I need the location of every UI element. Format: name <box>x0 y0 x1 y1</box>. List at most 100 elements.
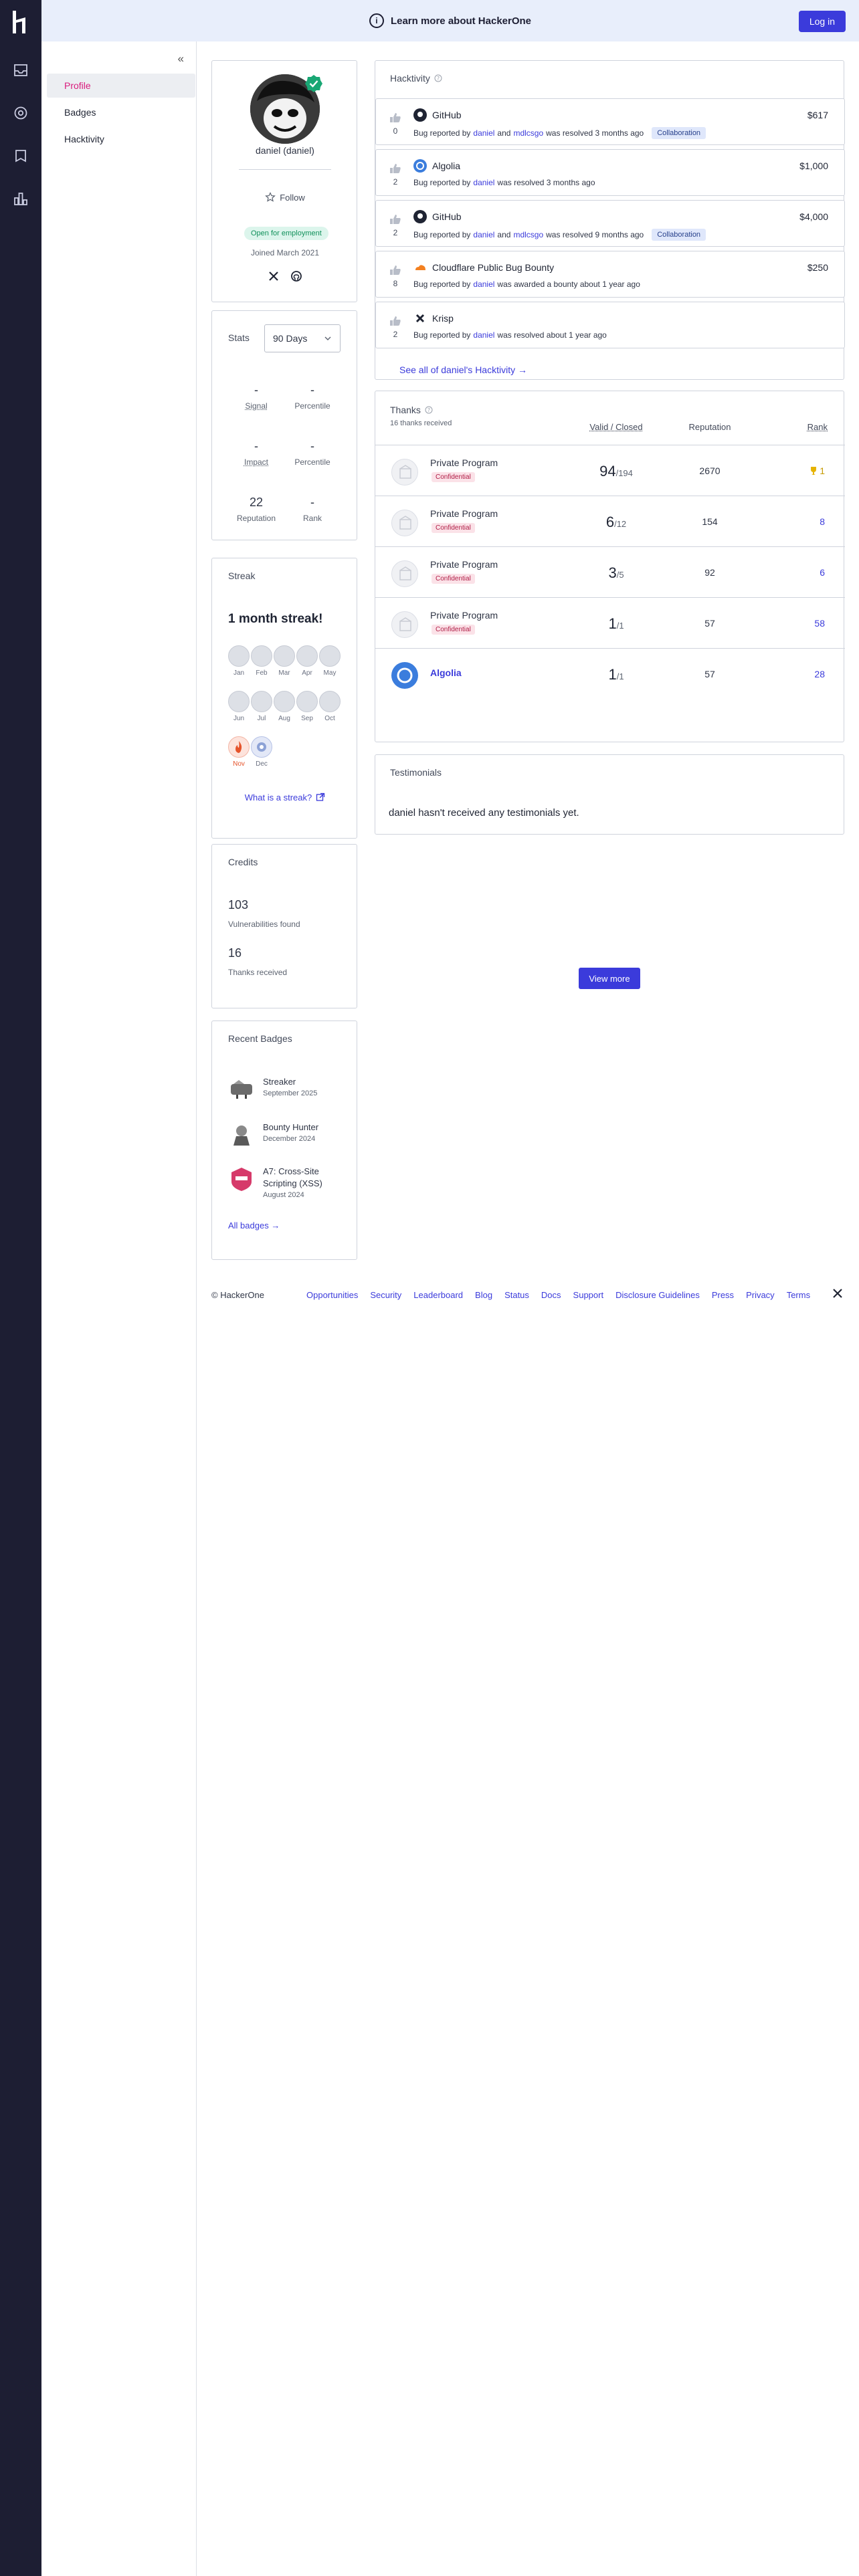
program-name: Private Program <box>430 559 498 570</box>
badge-name: Streaker <box>263 1077 296 1087</box>
col-rank[interactable]: Rank <box>807 422 828 432</box>
stats-period-select[interactable]: 90 Days <box>264 324 341 352</box>
badge-item[interactable]: Bounty Hunter December 2024 <box>228 1121 349 1148</box>
collaborator-link[interactable]: mdlcsgo <box>513 128 543 138</box>
github-icon[interactable] <box>291 271 302 282</box>
table-row[interactable]: Algolia 1/1 57 28 <box>375 648 845 699</box>
upvote[interactable]: 2 <box>388 316 403 339</box>
svg-text:?: ? <box>427 407 430 413</box>
joined-date: Joined March 2021 <box>250 248 320 257</box>
hacktivity-item[interactable]: 2 Krisp Bug reported by daniel was resolved … <box>375 302 845 348</box>
star-icon <box>265 192 276 202</box>
program-name[interactable]: Algolia <box>430 667 462 678</box>
footer-link-opportunities[interactable]: Opportunities <box>306 1290 358 1300</box>
footer-link-privacy[interactable]: Privacy <box>746 1290 775 1300</box>
upvote[interactable]: 2 <box>388 214 403 237</box>
private-program-avatar <box>391 510 418 536</box>
sidebar-item-badges[interactable]: Badges <box>47 100 195 124</box>
sidebar-item-hacktivity[interactable]: Hacktivity <box>47 127 195 151</box>
reporter-link[interactable]: daniel <box>473 230 494 239</box>
hacktivity-item[interactable]: 2 GitHub $4,000 Bug reported by daniel and mdl… <box>375 200 845 247</box>
streak-month-dot <box>296 691 318 712</box>
help-icon[interactable]: ? <box>434 74 442 82</box>
footer-link-support[interactable]: Support <box>573 1290 604 1300</box>
footer-link-press[interactable]: Press <box>712 1290 734 1300</box>
upvote[interactable]: 2 <box>388 163 403 187</box>
stat-label[interactable]: Impact <box>229 457 283 467</box>
hacktivity-item[interactable]: 8 Cloudflare Public Bug Bounty $250 Bug rep… <box>375 251 845 298</box>
col-valid-closed[interactable]: Valid / Closed <box>576 422 656 432</box>
vote-count: 2 <box>393 330 398 339</box>
program-name[interactable]: Krisp <box>432 313 454 324</box>
see-all-hacktivity-link[interactable]: See all of daniel's Hacktivity → <box>399 364 527 375</box>
what-is-streak-link[interactable]: What is a streak? <box>212 792 358 802</box>
hacktivity-item[interactable]: 0 GitHub $617 Bug reported by daniel and mdlcs… <box>375 98 845 145</box>
stat-value: 22 <box>249 496 264 509</box>
footer-link-leaderboard[interactable]: Leaderboard <box>413 1290 463 1300</box>
table-row[interactable]: Private Program Confidential 6/12 154 8 <box>375 496 845 546</box>
table-row[interactable]: Private Program Confidential 94/194 2670 1 <box>375 445 845 496</box>
streaker-badge-icon <box>231 1080 252 1099</box>
badge-name: Bounty Hunter <box>263 1122 319 1132</box>
reporter-link[interactable]: daniel <box>473 128 494 138</box>
leaderboard-icon[interactable] <box>13 191 28 206</box>
target-icon[interactable] <box>13 106 28 120</box>
col-reputation: Reputation <box>688 422 731 432</box>
program-name[interactable]: Cloudflare Public Bug Bounty <box>432 262 554 273</box>
rank-number: 28 <box>814 669 825 679</box>
footer-links: Opportunities Security Leaderboard Blog Stat… <box>306 1290 810 1300</box>
closed-count: /12 <box>614 519 627 529</box>
reporter-link[interactable]: daniel <box>473 280 494 289</box>
hacktivity-card: Hacktivity ? 0 GitHub $617 Bug reported by d… <box>375 60 845 380</box>
help-icon[interactable]: ? <box>425 406 433 414</box>
streak-month-label: Oct <box>324 715 335 722</box>
footer-link-blog[interactable]: Blog <box>475 1290 492 1300</box>
reputation-value: 92 <box>704 567 715 578</box>
opportunities-icon[interactable] <box>13 148 28 163</box>
x-twitter-icon[interactable] <box>832 1288 843 1299</box>
learn-more-link[interactable]: i Learn more about HackerOne <box>369 13 531 28</box>
footer-link-disclosure-guidelines[interactable]: Disclosure Guidelines <box>615 1290 700 1300</box>
vote-count: 2 <box>393 177 398 187</box>
footer-link-security[interactable]: Security <box>370 1290 401 1300</box>
report-status: was resolved 9 months ago <box>546 230 644 239</box>
social-links <box>268 271 302 282</box>
upvote[interactable]: 8 <box>388 265 403 288</box>
program-name[interactable]: Algolia <box>432 160 460 171</box>
github-logo-icon <box>413 108 427 122</box>
stats-title: Stats <box>228 332 250 343</box>
footer-link-status[interactable]: Status <box>504 1290 529 1300</box>
upvote[interactable]: 0 <box>388 112 403 136</box>
hacktivity-item[interactable]: 2 Algolia $1,000 Bug reported by daniel was r… <box>375 149 845 196</box>
streak-month-label: Jul <box>257 715 266 722</box>
x-twitter-icon[interactable] <box>268 271 279 282</box>
report-description: Bug reported by daniel was awarded a bount… <box>413 280 640 289</box>
reporter-link[interactable]: daniel <box>473 178 494 187</box>
inbox-icon[interactable] <box>13 63 28 78</box>
program-name[interactable]: GitHub <box>432 211 462 222</box>
footer-link-docs[interactable]: Docs <box>541 1290 561 1300</box>
streak-month-label: Dec <box>256 760 268 768</box>
follow-button[interactable]: Follow <box>212 192 358 203</box>
collapse-icon[interactable]: « <box>178 52 184 66</box>
hackerone-logo-icon[interactable] <box>13 11 29 33</box>
valid-count: 3 <box>608 564 617 581</box>
streak-link-label: What is a streak? <box>244 792 312 802</box>
streak-title: Streak <box>228 570 256 581</box>
collaborator-link[interactable]: mdlcsgo <box>513 230 543 239</box>
program-name[interactable]: GitHub <box>432 110 462 120</box>
all-badges-link[interactable]: All badges → <box>228 1220 280 1230</box>
login-button[interactable]: Log in <box>798 11 846 32</box>
footer-link-terms[interactable]: Terms <box>787 1290 810 1300</box>
stat-impact: - Impact <box>229 439 283 467</box>
table-row[interactable]: Private Program Confidential 3/5 92 6 <box>375 546 845 597</box>
stat-label[interactable]: Signal <box>229 401 283 411</box>
sidebar-item-profile[interactable]: Profile <box>47 74 195 98</box>
badge-item[interactable]: Streaker September 2025 <box>228 1076 349 1103</box>
streak-month: Jul <box>251 691 272 722</box>
table-row[interactable]: Private Program Confidential 1/1 57 58 <box>375 597 845 648</box>
streak-headline: 1 month streak! <box>228 612 323 626</box>
reporter-link[interactable]: daniel <box>473 330 494 340</box>
badge-item[interactable]: A7: Cross-Site Scripting (XSS) August 20… <box>228 1166 349 1199</box>
view-more-button[interactable]: View more <box>579 968 640 989</box>
